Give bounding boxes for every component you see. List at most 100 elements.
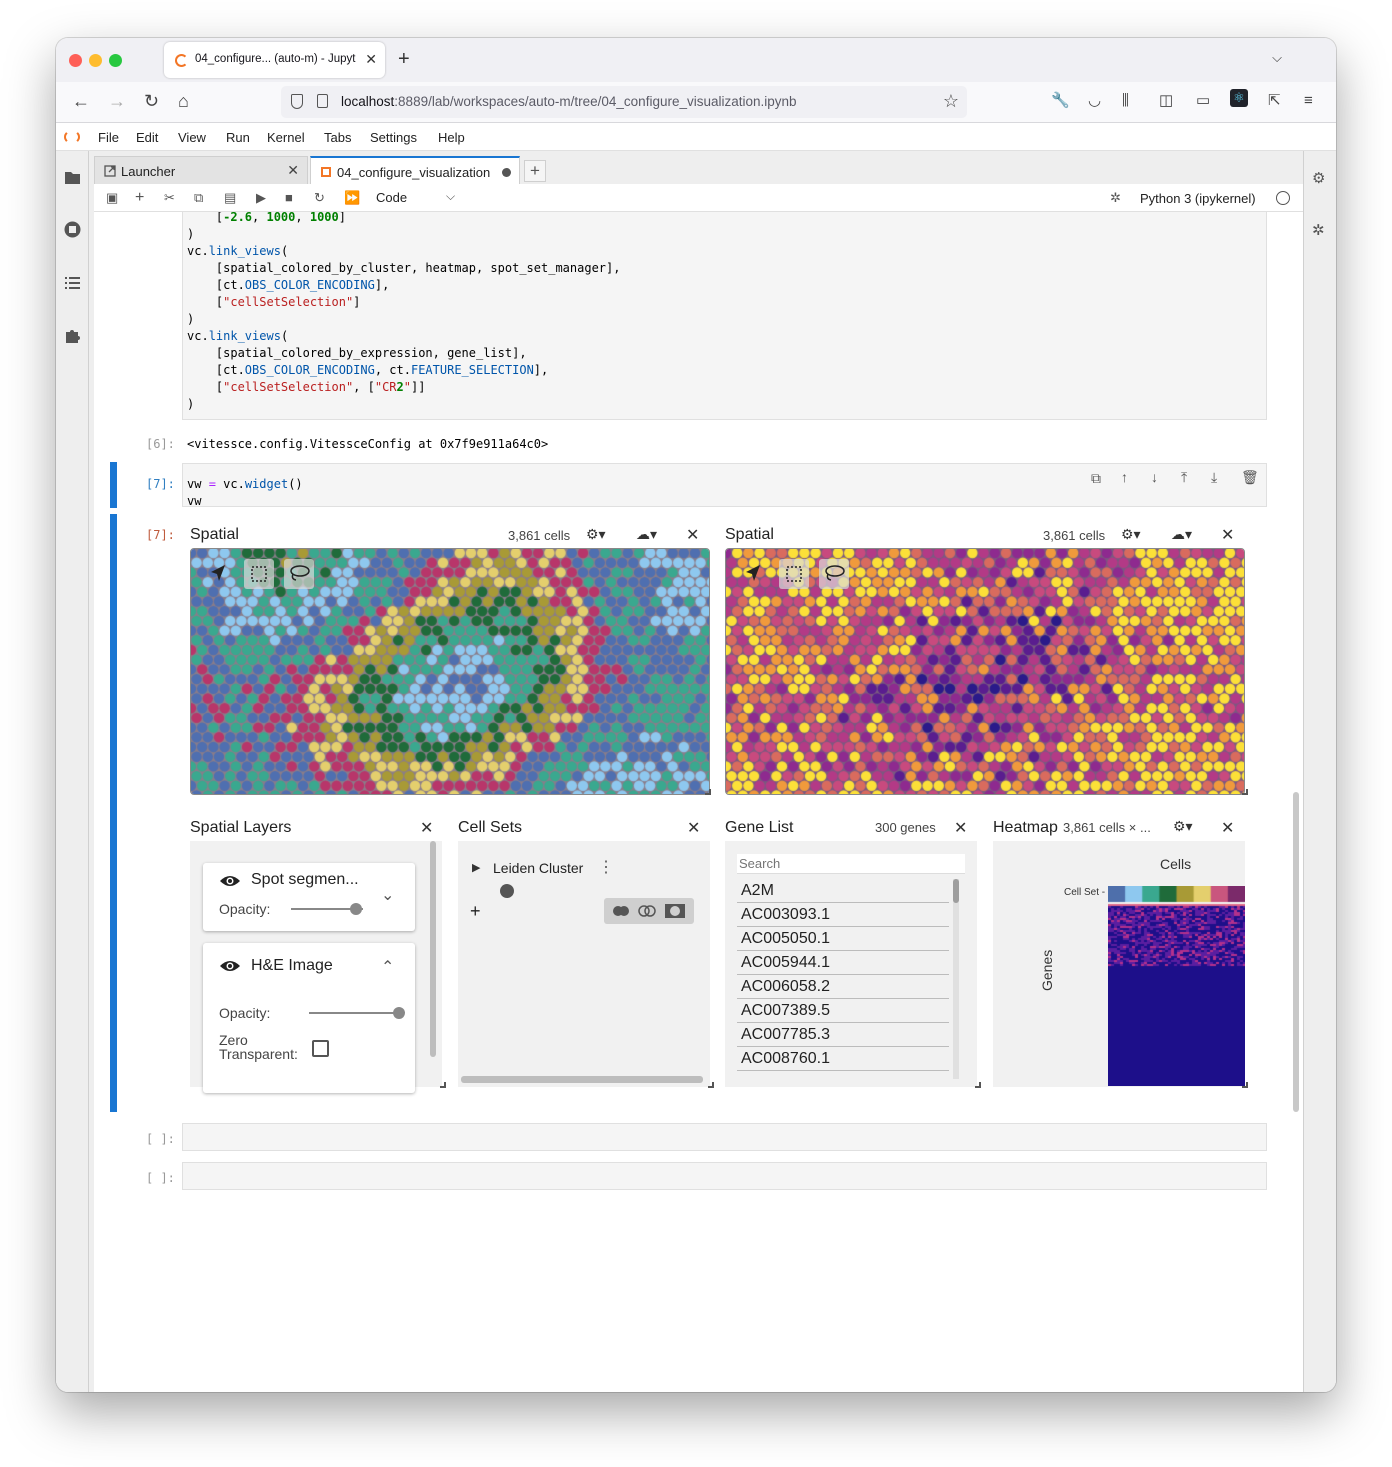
bookmark-star-icon[interactable]: ☆ (943, 91, 959, 112)
spatial-2-settings-gear-icon[interactable]: ⚙▾ (1121, 526, 1141, 543)
heatmap-settings-gear-icon[interactable]: ⚙▾ (1173, 818, 1193, 835)
new-launcher-button[interactable]: + (524, 160, 546, 182)
zero-transparent-checkbox[interactable] (312, 1040, 329, 1057)
cut-icon[interactable]: ✂ (164, 189, 175, 207)
menu-view[interactable]: View (178, 130, 206, 145)
new-tab-button[interactable]: + (398, 49, 410, 69)
gene-list-item[interactable]: AC005050.1 (737, 927, 949, 951)
image-opacity-slider[interactable] (309, 1012, 399, 1014)
gene-search-input[interactable] (737, 854, 965, 874)
wrench-icon[interactable]: 🔧 (1051, 92, 1070, 110)
cell-sets-scrollbar[interactable] (461, 1076, 703, 1083)
gene-list-item[interactable]: AC006058.2 (737, 975, 949, 999)
kernel-name[interactable]: Python 3 (ipykernel) (1140, 191, 1256, 206)
close-icon[interactable]: ✕ (287, 162, 299, 179)
gene-list-item[interactable]: AC007389.5 (737, 999, 949, 1023)
restart-icon[interactable]: ↻ (314, 189, 325, 207)
sidebar-icon[interactable]: ◫ (1159, 92, 1173, 110)
leiden-cluster-label[interactable]: Leiden Cluster (493, 860, 583, 876)
eye-icon[interactable] (219, 959, 241, 973)
gene-list-close-icon[interactable]: ✕ (954, 818, 967, 838)
resize-handle-icon[interactable] (1242, 789, 1248, 795)
resize-handle-icon[interactable] (440, 1082, 446, 1088)
unsaved-dot-icon[interactable] (502, 168, 511, 177)
layers-scrollbar[interactable] (430, 841, 436, 1057)
expand-chevron-down-icon[interactable]: ⌄ (381, 885, 394, 905)
expand-caret-icon[interactable]: ▶ (472, 861, 480, 874)
insert-below-icon[interactable]: ⤓ (1211, 469, 1217, 486)
spatial-1-close-icon[interactable]: ✕ (686, 525, 699, 545)
heatmap-canvas[interactable] (1108, 886, 1245, 1086)
notebook-scrollbar[interactable] (1293, 792, 1299, 1112)
pocket-icon[interactable]: ◡ (1088, 92, 1101, 110)
union-icon[interactable] (612, 904, 630, 918)
stop-icon[interactable]: ■ (285, 189, 293, 207)
save-icon[interactable]: ▣ (106, 189, 118, 207)
intersection-icon[interactable] (638, 904, 656, 918)
list-tabs-chevron-icon[interactable]: ⌵ (1272, 50, 1282, 66)
reader-icon[interactable]: ▭ (1196, 92, 1210, 110)
extensions-icon[interactable]: ⇱ (1268, 92, 1281, 110)
cell-7-code[interactable]: vw = vc.widget() vw (187, 476, 303, 510)
add-set-plus-icon[interactable]: + (470, 901, 481, 922)
insert-above-icon[interactable]: ⤒ (1181, 469, 1187, 486)
menu-file[interactable]: File (98, 130, 119, 145)
folder-icon[interactable] (64, 169, 81, 186)
home-icon[interactable]: ⌂ (178, 91, 189, 111)
resize-handle-icon[interactable] (975, 1082, 981, 1088)
spatial-1-viewport[interactable] (190, 548, 710, 795)
close-tab-icon[interactable]: ✕ (365, 51, 377, 68)
insert-cell-icon[interactable]: + (135, 189, 144, 207)
paste-icon[interactable]: ▤ (224, 189, 236, 207)
code-cell-7[interactable] (182, 463, 1267, 507)
gene-list-item[interactable]: AC005944.1 (737, 951, 949, 975)
browser-tab[interactable]: 04_configure... (auto-m) - Jupyt ✕ (164, 42, 385, 78)
debugger-bug-icon[interactable]: ✲ (1110, 189, 1121, 207)
menu-kernel[interactable]: Kernel (267, 130, 305, 145)
forward-arrow-icon[interactable]: → (108, 91, 126, 111)
image-opacity-slider-thumb[interactable] (393, 1007, 405, 1019)
menu-run[interactable]: Run (226, 130, 250, 145)
collapse-chevron-up-icon[interactable]: ⌃ (381, 957, 394, 977)
pan-tool-icon[interactable] (203, 559, 233, 589)
move-down-icon[interactable]: ↓ (1151, 469, 1158, 485)
library-icon[interactable]: ⫼ (1122, 92, 1129, 110)
shield-icon[interactable] (291, 94, 303, 109)
zoom-window-button[interactable] (109, 54, 122, 67)
copy-icon[interactable]: ⧉ (194, 189, 203, 207)
resize-handle-icon[interactable] (705, 789, 711, 795)
eye-icon[interactable] (219, 874, 241, 888)
minimize-window-button[interactable] (89, 54, 102, 67)
spatial-2-close-icon[interactable]: ✕ (1221, 525, 1234, 545)
lasso-select-icon[interactable] (284, 559, 314, 589)
chevron-down-icon[interactable]: ⌵ (446, 189, 455, 204)
spatial-2-download-cloud-icon[interactable]: ☁▾ (1171, 526, 1192, 543)
rectangle-select-icon[interactable] (779, 559, 809, 589)
cell-sets-close-icon[interactable]: ✕ (687, 818, 700, 838)
more-options-kebab-icon[interactable]: ⋮ (598, 857, 614, 877)
menu-edit[interactable]: Edit (136, 130, 158, 145)
back-arrow-icon[interactable]: ← (72, 91, 90, 111)
menu-help[interactable]: Help (438, 130, 465, 145)
delete-cell-icon[interactable]: 🗑 (1241, 469, 1259, 486)
color-swatch[interactable] (500, 884, 514, 898)
cell-type-select[interactable]: Code (376, 190, 407, 205)
heatmap-close-icon[interactable]: ✕ (1221, 818, 1234, 838)
url-bar[interactable]: localhost:8889/lab/workspaces/auto-m/tre… (281, 86, 967, 118)
running-kernels-icon[interactable] (64, 221, 81, 238)
property-inspector-gears-icon[interactable]: ⚙ (1312, 169, 1329, 187)
tab-launcher[interactable]: Launcher ✕ (94, 156, 308, 184)
debugger-bug-icon[interactable]: ✲ (1312, 221, 1329, 239)
empty-cell-2[interactable] (182, 1162, 1267, 1190)
restart-run-all-icon[interactable]: ⏩ (344, 189, 360, 207)
gene-list-item[interactable]: A2M (737, 879, 949, 903)
move-up-icon[interactable]: ↑ (1121, 469, 1128, 485)
gene-list-item[interactable]: AC007785.3 (737, 1023, 949, 1047)
close-window-button[interactable] (69, 54, 82, 67)
menu-tabs[interactable]: Tabs (324, 130, 351, 145)
reload-icon[interactable]: ↻ (144, 91, 159, 111)
menu-settings[interactable]: Settings (370, 130, 417, 145)
lasso-select-icon[interactable] (819, 559, 849, 589)
spatial-1-download-cloud-icon[interactable]: ☁▾ (636, 526, 657, 543)
tab-notebook[interactable]: 04_configure_visualization (310, 156, 520, 184)
